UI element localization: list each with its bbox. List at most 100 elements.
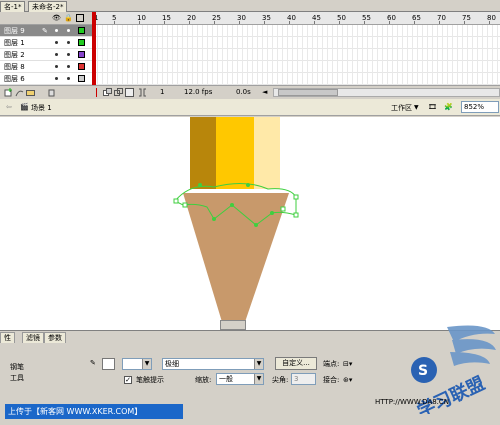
layer-row[interactable]: 图层 1 <box>0 37 92 49</box>
layer-row[interactable]: 图层 6 <box>0 73 92 85</box>
lock-dot[interactable] <box>67 29 70 32</box>
ruler-tick <box>189 21 190 24</box>
tab-filters[interactable]: 滤镜 <box>22 332 44 343</box>
layer-outline-swatch[interactable] <box>78 51 85 58</box>
onion-outline-icon[interactable] <box>114 88 123 97</box>
zoom-field[interactable]: 852% <box>461 101 499 113</box>
layer-name: 图层 6 <box>4 75 25 83</box>
pencil-body-dark <box>190 117 216 189</box>
back-arrow-icon[interactable]: ⇦ <box>6 103 12 111</box>
anchor-point <box>246 183 250 187</box>
bezier-handle <box>293 212 299 218</box>
workspace-dropdown-icon[interactable]: ▼ <box>414 104 419 111</box>
layer-outline-swatch[interactable] <box>78 63 85 70</box>
endpoint-label: 端点: <box>323 360 340 368</box>
ruler-tick <box>489 21 490 24</box>
scene-icon: 🎬 <box>20 103 29 111</box>
layer-name: 图层 2 <box>4 51 25 59</box>
stroke-style-dropdown[interactable]: 极细 ▼ <box>162 358 264 370</box>
tool-label: 工具 <box>10 374 24 382</box>
endpoint-cap-icon[interactable]: ⊟▾ <box>343 359 352 369</box>
timeline-scroll-thumb[interactable] <box>278 89 338 96</box>
dropdown-arrow-icon[interactable]: ▼ <box>142 359 151 369</box>
bezier-handle <box>280 206 286 212</box>
scale-label: 缩放: <box>195 376 212 384</box>
layer-row[interactable]: 图层 2 <box>0 49 92 61</box>
onion-markers-icon[interactable] <box>138 88 147 97</box>
pencil-drawing[interactable] <box>0 117 500 330</box>
ruler-tick <box>439 21 440 24</box>
scale-value: 一般 <box>219 375 233 383</box>
layer-name: 图层 8 <box>4 63 25 71</box>
doc-tab-2[interactable]: 未命名-2* <box>28 1 68 12</box>
ruler-tick <box>314 21 315 24</box>
miter-label: 尖角: <box>272 376 289 384</box>
anchor-point <box>254 223 258 227</box>
edit-scene-icon[interactable]: 🎞 <box>428 103 437 111</box>
frame-grid[interactable] <box>92 25 500 85</box>
outline-icon[interactable] <box>76 14 84 22</box>
bezier-handle <box>182 202 188 208</box>
lock-dot[interactable] <box>67 65 70 68</box>
workspace-label[interactable]: 工作区 <box>391 103 412 113</box>
stroke-style-value: 极细 <box>165 360 179 368</box>
ruler-tick <box>414 21 415 24</box>
stage-scroll-handle[interactable] <box>220 320 246 330</box>
scroll-left-icon[interactable]: ◄ <box>262 88 271 97</box>
ruler-tick <box>364 21 365 24</box>
stage[interactable] <box>0 117 500 330</box>
custom-button[interactable]: 自定义... <box>275 357 317 370</box>
frame-ruler[interactable]: 1510152025303540455055606570758085 <box>92 12 500 25</box>
edit-symbol-icon[interactable]: 🧩 <box>444 103 453 111</box>
onion-skin-icon[interactable] <box>103 88 112 97</box>
stroke-hint-checkbox[interactable]: ✓ <box>124 376 132 384</box>
playhead[interactable] <box>92 12 96 85</box>
add-layer-icon[interactable] <box>4 88 13 97</box>
anchor-point <box>212 217 216 221</box>
stroke-height-field[interactable]: ▼ <box>122 358 152 370</box>
doc-tab-1[interactable]: 名-1* <box>0 1 26 12</box>
bezier-handle <box>293 194 299 200</box>
delete-layer-icon[interactable] <box>47 88 56 97</box>
layer-outline-swatch[interactable] <box>78 75 85 82</box>
anchor-point <box>230 203 234 207</box>
ruler-tick <box>464 21 465 24</box>
lock-dot[interactable] <box>67 77 70 80</box>
frame-rate: 12.0 fps <box>184 88 213 96</box>
ruler-tick <box>114 21 115 24</box>
timeline-scrollbar[interactable] <box>273 88 500 97</box>
layer-row[interactable]: 图层 8 <box>0 61 92 73</box>
tab-properties[interactable]: 性 <box>0 332 15 343</box>
pencil-icon: ✎ <box>42 27 48 35</box>
add-guide-icon[interactable] <box>15 88 24 97</box>
lock-dot[interactable] <box>67 53 70 56</box>
current-frame: 1 <box>160 88 165 96</box>
dropdown-arrow-icon[interactable]: ▼ <box>254 374 263 384</box>
layer-outline-swatch[interactable] <box>78 27 85 34</box>
center-frame-icon[interactable] <box>92 88 101 97</box>
ruler-tick <box>264 21 265 24</box>
lock-icon[interactable]: 🔒 <box>64 14 73 22</box>
layer-row[interactable]: 图层 9 ✎ <box>0 25 92 37</box>
dropdown-arrow-icon[interactable]: ▼ <box>254 359 263 369</box>
scale-dropdown[interactable]: 一般 ▼ <box>216 373 264 385</box>
join-style-icon[interactable]: ⊛▾ <box>343 375 352 385</box>
edit-multiple-frames-icon[interactable] <box>125 88 134 97</box>
document-tabs: 名-1* 未命名-2* <box>0 0 500 12</box>
visibility-dot[interactable] <box>55 65 58 68</box>
pencil-icon: ✎ <box>90 359 96 367</box>
pencil-body-light <box>254 117 280 189</box>
tab-parameters[interactable]: 参数 <box>44 332 66 343</box>
miter-field[interactable]: 3 <box>291 373 316 385</box>
visibility-dot[interactable] <box>55 29 58 32</box>
visibility-dot[interactable] <box>55 41 58 44</box>
eye-icon[interactable]: 👁 <box>52 14 61 22</box>
anchor-point <box>198 183 202 187</box>
stroke-color-swatch[interactable] <box>102 358 115 370</box>
visibility-dot[interactable] <box>55 53 58 56</box>
scene-label[interactable]: 场景 1 <box>31 103 52 113</box>
add-folder-icon[interactable] <box>26 88 35 97</box>
lock-dot[interactable] <box>67 41 70 44</box>
layer-outline-swatch[interactable] <box>78 39 85 46</box>
visibility-dot[interactable] <box>55 77 58 80</box>
